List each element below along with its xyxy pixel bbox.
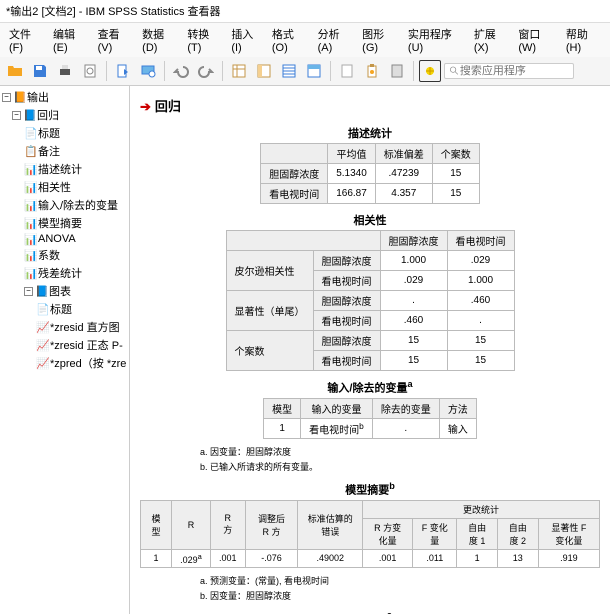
descriptives-title: 描述统计: [140, 125, 600, 141]
chart-icon: 📈: [36, 357, 48, 369]
tree-anova[interactable]: 📊ANOVA: [2, 232, 127, 246]
table-icon: 📊: [24, 181, 36, 193]
menu-extensions[interactable]: 扩展(X): [471, 25, 512, 55]
undo-icon[interactable]: [170, 60, 192, 82]
menu-analyze[interactable]: 分析(A): [315, 25, 356, 55]
table-icon: 📊: [24, 233, 36, 245]
descriptives-table[interactable]: 平均值标准偏差个案数 胆固醇浓度5.1340.4723915 看电视时间166.…: [260, 143, 480, 204]
chart-icon: 📈: [36, 321, 48, 333]
footnote: a. 因变量：胆固醇浓度: [200, 445, 600, 458]
clipboard-icon[interactable]: [361, 60, 383, 82]
window-title: *输出2 [文档2] - IBM SPSS Statistics 查看器: [6, 6, 221, 18]
table-icon: 📊: [24, 199, 36, 211]
designate-window-icon[interactable]: [419, 60, 441, 82]
tree-chart-zpred[interactable]: 📈*zpred（按 *zre: [2, 354, 127, 372]
search-icon: [449, 65, 460, 77]
toolbar-separator: [222, 61, 223, 81]
table-icon: 📊: [24, 217, 36, 229]
insert-text-icon[interactable]: [336, 60, 358, 82]
tree-chart-histogram[interactable]: 📈*zresid 直方图: [2, 318, 127, 336]
output-viewer[interactable]: ➔回归 描述统计 平均值标准偏差个案数 胆固醇浓度5.1340.4723915 …: [130, 86, 610, 614]
open-icon[interactable]: [4, 60, 26, 82]
collapse-icon[interactable]: −: [12, 111, 21, 120]
preview-icon[interactable]: [79, 60, 101, 82]
variables-table[interactable]: 模型输入的变量除去的变量方法 1看电视时间b.输入: [263, 398, 477, 439]
tree-regression[interactable]: −📘回归: [2, 106, 127, 124]
variables-icon[interactable]: [278, 60, 300, 82]
goto-data-icon[interactable]: [228, 60, 250, 82]
variables-title: 输入/除去的变量a: [140, 379, 600, 396]
folder-icon: 📘: [23, 109, 35, 121]
footnote: a. 预测变量：(常量), 看电视时间: [200, 574, 600, 587]
toolbar: [0, 57, 610, 86]
menu-data[interactable]: 数据(D): [139, 25, 180, 55]
chart-icon: 📈: [36, 339, 48, 351]
table-icon: 📊: [24, 163, 36, 175]
toolbar-separator: [413, 61, 414, 81]
menu-help[interactable]: 帮助(H): [563, 25, 604, 55]
menubar: 文件(F) 编辑(E) 查看(V) 数据(D) 转换(T) 插入(I) 格式(O…: [0, 23, 610, 57]
tree-residuals[interactable]: 📊残差统计: [2, 264, 127, 282]
menu-format[interactable]: 格式(O): [269, 25, 311, 55]
tree-output[interactable]: −📙输出: [2, 88, 127, 106]
menu-insert[interactable]: 插入(I): [228, 25, 265, 55]
search-box[interactable]: [444, 63, 574, 79]
folder-icon: 📘: [35, 285, 47, 297]
export-icon[interactable]: [112, 60, 134, 82]
menu-file[interactable]: 文件(F): [6, 25, 46, 55]
toolbar-separator: [330, 61, 331, 81]
recall-icon[interactable]: [137, 60, 159, 82]
redo-icon[interactable]: [195, 60, 217, 82]
menu-utilities[interactable]: 实用程序(U): [405, 25, 467, 55]
menu-transform[interactable]: 转换(T): [184, 25, 224, 55]
correlations-table[interactable]: 胆固醇浓度看电视时间 皮尔逊相关性胆固醇浓度1.000.029 看电视时间.02…: [226, 230, 515, 371]
section-heading: ➔回归: [140, 96, 600, 115]
correlations-title: 相关性: [140, 212, 600, 228]
tree-summary[interactable]: 📊模型摘要: [2, 214, 127, 232]
collapse-icon[interactable]: −: [2, 93, 11, 102]
goto-variable-icon[interactable]: [253, 60, 275, 82]
table-icon: 📊: [24, 267, 36, 279]
window-titlebar: *输出2 [文档2] - IBM SPSS Statistics 查看器: [0, 0, 610, 23]
tree-charts[interactable]: −📘图表: [2, 282, 127, 300]
tree-descriptives[interactable]: 📊描述统计: [2, 160, 127, 178]
outline-tree[interactable]: −📙输出 −📘回归 📄标题 📋备注 📊描述统计 📊相关性 📊输入/除去的变量 📊…: [0, 86, 130, 614]
select-cases-icon[interactable]: [303, 60, 325, 82]
table-icon: 📊: [24, 249, 36, 261]
tree-notes[interactable]: 📋备注: [2, 142, 127, 160]
notes-icon: 📋: [24, 145, 36, 157]
toolbar-separator: [106, 61, 107, 81]
log-icon: 📙: [13, 91, 25, 103]
search-input[interactable]: [460, 65, 569, 77]
collapse-icon[interactable]: −: [24, 287, 33, 296]
title-icon: 📄: [24, 127, 36, 139]
run-script-icon[interactable]: [386, 60, 408, 82]
print-icon[interactable]: [54, 60, 76, 82]
menu-edit[interactable]: 编辑(E): [50, 25, 91, 55]
save-icon[interactable]: [29, 60, 51, 82]
menu-window[interactable]: 窗口(W): [515, 25, 558, 55]
menu-graphs[interactable]: 图形(G): [359, 25, 401, 55]
toolbar-separator: [164, 61, 165, 81]
tree-chart-pp[interactable]: 📈*zresid 正态 P-: [2, 336, 127, 354]
tree-title[interactable]: 📄标题: [2, 124, 127, 142]
tree-coefficients[interactable]: 📊系数: [2, 246, 127, 264]
anova-title: ANOVAa: [140, 610, 600, 614]
summary-title: 模型摘要b: [140, 481, 600, 498]
summary-table[interactable]: 模型RR 方调整后 R 方标准估算的错误更改统计 R 方变化量F 变化量自由度 …: [140, 500, 600, 568]
tree-chart-title[interactable]: 📄标题: [2, 300, 127, 318]
tree-correlations[interactable]: 📊相关性: [2, 178, 127, 196]
current-marker-icon: ➔: [140, 99, 151, 114]
footnote: b. 已输入所请求的所有变量。: [200, 460, 600, 473]
title-icon: 📄: [36, 303, 48, 315]
menu-view[interactable]: 查看(V): [95, 25, 136, 55]
tree-variables[interactable]: 📊输入/除去的变量: [2, 196, 127, 214]
